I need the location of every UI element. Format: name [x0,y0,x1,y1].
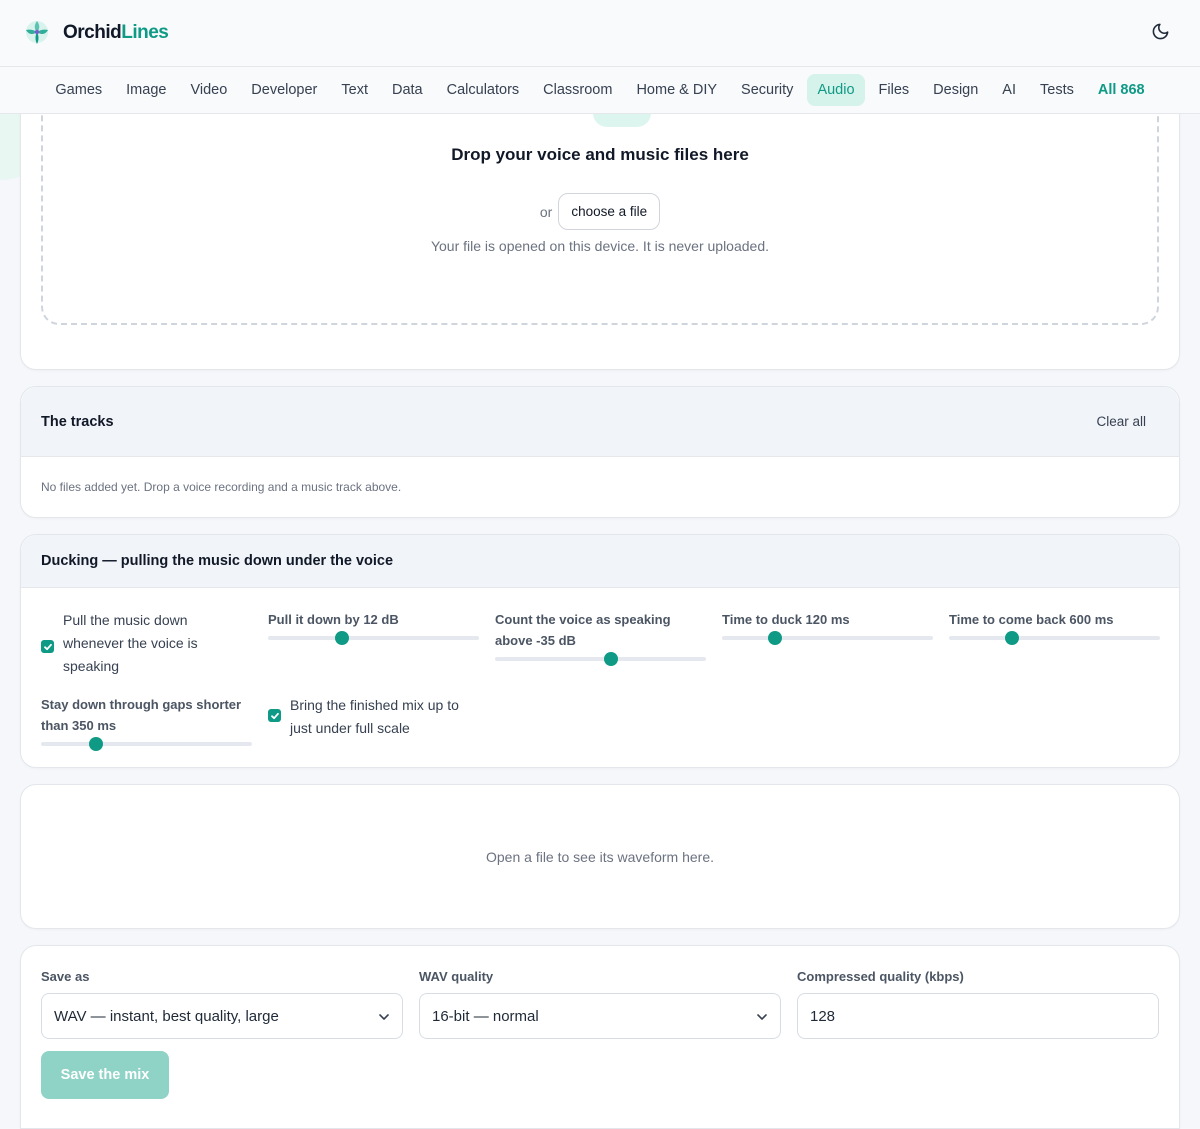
ducking-header: Ducking — pulling the music down under t… [21,535,1179,588]
attack-slider-thumb[interactable] [767,631,782,645]
waveform-card: Open a file to see its waveform here. [20,784,1180,929]
voice-threshold-slider-thumb[interactable] [604,652,619,666]
choose-file-button[interactable]: choose a file [558,193,661,230]
hold-slider[interactable] [41,737,252,751]
duck-depth-label: Pull it down by 12 dB [268,612,399,627]
release-label: Time to come back 600 ms [949,612,1114,627]
release-field: Time to come back 600 ms [949,609,1160,645]
kbps-label: Compressed quality (kbps) [797,969,964,984]
nav-item-developer[interactable]: Developer [241,74,327,106]
ducking-title: Ducking — pulling the music down under t… [41,553,394,569]
nav-item-games[interactable]: Games [45,74,112,106]
kbps-input[interactable]: 128 [797,993,1159,1039]
voice-threshold-label: Count the voice as speaking above -35 dB [495,612,671,648]
normalize-label: Bring the finished mix up to just under … [290,697,459,736]
nav-item-tests[interactable]: Tests [1030,74,1084,106]
drop-card: Drop your voice and music files here or … [20,71,1180,370]
normalize-field: Bring the finished mix up to just under … [268,694,479,740]
duck-depth-field: Pull it down by 12 dB [268,609,479,645]
nav-item-text[interactable]: Text [331,74,378,106]
voice-threshold-slider[interactable] [495,652,706,666]
moon-icon [1151,22,1170,46]
format-label: Save as [41,969,90,984]
orchid-logo-icon [21,17,53,49]
attack-label: Time to duck 120 ms [722,612,850,627]
duck-depth-slider[interactable] [268,631,479,645]
nav-item-design[interactable]: Design [923,74,988,106]
release-slider[interactable] [949,631,1160,645]
release-slider-thumb[interactable] [1005,631,1020,645]
wav-quality-label: WAV quality [419,969,494,984]
drop-title: Drop your voice and music files here [451,145,749,164]
clear-all-button[interactable]: Clear all [1096,414,1159,429]
format-select-value: WAV — instant, best quality, large [54,1007,279,1025]
nav-item-all[interactable]: All 868 [1088,74,1155,106]
theme-toggle-button[interactable] [1148,22,1172,46]
chevron-down-icon [378,1008,390,1025]
nav-item-home-diy[interactable]: Home & DIY [626,74,727,106]
format-select[interactable]: WAV — instant, best quality, large [41,993,403,1039]
wav-quality-select-value: 16-bit — normal [432,1007,539,1025]
nav-item-image[interactable]: Image [116,74,176,106]
or-text: or [539,203,553,220]
nav-item-data[interactable]: Data [382,74,433,106]
tracks-title: The tracks [41,413,114,430]
tracks-card: The tracks Clear all No files added yet.… [20,386,1180,518]
waveform-empty-note: Open a file to see its waveform here. [486,849,714,865]
nav-item-video[interactable]: Video [180,74,237,106]
nav-item-ai[interactable]: AI [992,74,1026,106]
ducking-card: Ducking — pulling the music down under t… [20,534,1180,768]
brand-name: OrchidLines [63,22,169,44]
hold-label: Stay down through gaps shorter than 350 … [41,697,242,733]
voice-threshold-field: Count the voice as speaking above -35 dB [495,609,706,666]
chevron-down-icon [756,1008,768,1025]
duck-enable-checkbox[interactable] [41,640,54,653]
normalize-checkbox[interactable] [268,709,281,722]
nav-item-classroom[interactable]: Classroom [533,74,622,106]
save-mix-button[interactable]: Save the mix [41,1051,169,1099]
logo[interactable]: OrchidLines [21,17,169,49]
tracks-header: The tracks Clear all [21,387,1179,457]
duck-depth-slider-thumb[interactable] [334,631,349,645]
nav-item-audio[interactable]: Audio [807,74,865,106]
duck-enable-label: Pull the music down whenever the voice i… [63,612,198,674]
attack-field: Time to duck 120 ms [722,609,933,645]
hold-field: Stay down through gaps shorter than 350 … [41,694,252,751]
hold-slider-thumb[interactable] [88,737,103,751]
duck-enable-field: Pull the music down whenever the voice i… [41,609,241,678]
save-card: Save as WAV — instant, best quality, lar… [20,945,1180,1129]
wav-quality-select[interactable]: 16-bit — normal [419,993,781,1039]
kbps-input-value: 128 [810,1007,836,1025]
tracks-empty-note: No files added yet. Drop a voice recordi… [41,480,402,494]
choose-row: or choose a file [43,193,1157,230]
brand-part-2: Lines [121,22,169,43]
privacy-note: Your file is opened on this device. It i… [430,238,770,254]
nav-item-security[interactable]: Security [731,74,803,106]
brand-part-1: Orchid [63,22,122,43]
category-nav: Games Image Video Developer Text Data Ca… [0,67,1200,114]
nav-item-calculators[interactable]: Calculators [437,74,530,106]
attack-slider[interactable] [722,631,933,645]
top-bar: OrchidLines [0,0,1200,67]
nav-item-files[interactable]: Files [869,74,920,106]
